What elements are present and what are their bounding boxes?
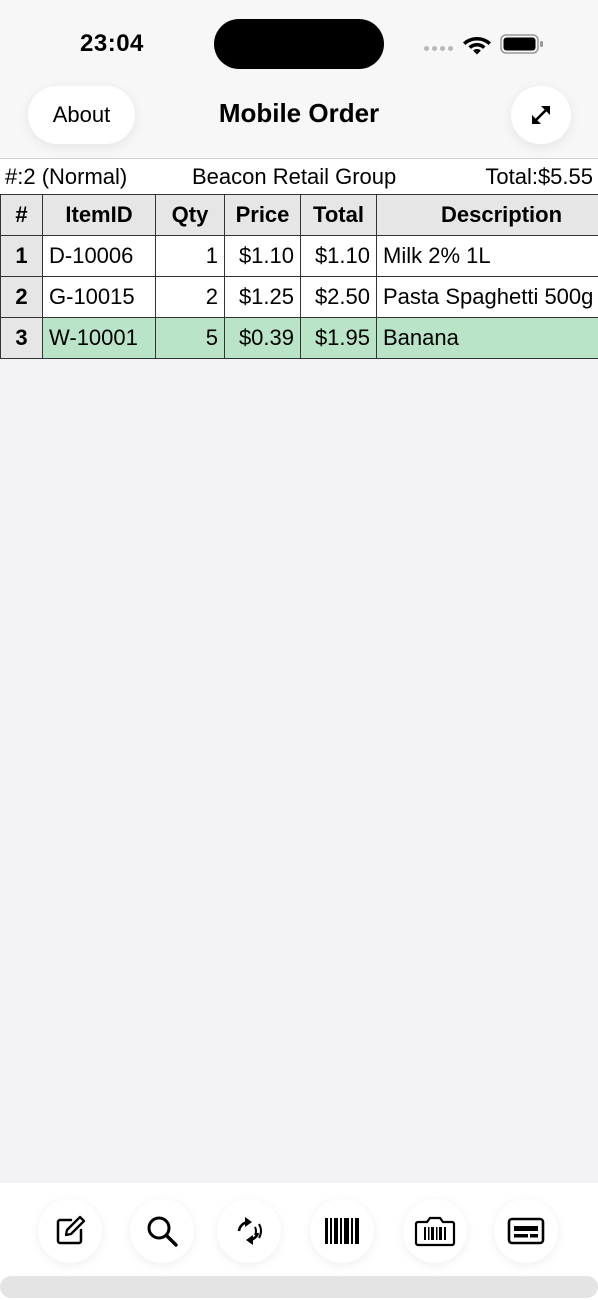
cell-itemid[interactable]: D-10006	[42, 235, 156, 277]
card-icon	[507, 1217, 545, 1245]
order-total: Total:$5.55	[485, 164, 593, 189]
column-header-description[interactable]: Description	[376, 194, 598, 236]
camera-barcode-button[interactable]	[403, 1199, 467, 1263]
about-button[interactable]: About	[28, 86, 135, 144]
cell-description[interactable]: Milk 2% 1L	[376, 235, 598, 277]
order-header: #:2 (Normal) Beacon Retail Group Total:$…	[0, 158, 598, 194]
search-icon	[147, 1216, 178, 1247]
nfc-sync-icon	[237, 1217, 262, 1245]
battery-icon	[500, 34, 543, 54]
nfc-sync-button[interactable]	[217, 1199, 281, 1263]
status-bar: 23:04	[0, 0, 598, 80]
order-customer: Beacon Retail Group	[192, 164, 397, 189]
column-header-total[interactable]: Total	[300, 194, 377, 236]
column-header-qty[interactable]: Qty	[155, 194, 225, 236]
table-header-row: # ItemID Qty Price Total Description	[0, 194, 598, 236]
expand-arrows-icon	[532, 106, 550, 124]
edit-button[interactable]	[38, 1199, 102, 1263]
dynamic-island	[214, 19, 384, 69]
barcode-icon	[325, 1218, 359, 1244]
cell-total: $2.50	[300, 276, 377, 318]
column-header-price[interactable]: Price	[224, 194, 301, 236]
cell-itemid[interactable]: W-10001	[42, 317, 156, 359]
camera-barcode-icon	[414, 1216, 456, 1247]
cell-price[interactable]: $0.39	[224, 317, 301, 359]
cell-total: $1.95	[300, 317, 377, 359]
order-number: #:2 (Normal)	[5, 164, 128, 189]
cell-qty[interactable]: 2	[155, 276, 225, 318]
cell-itemid[interactable]: G-10015	[42, 276, 156, 318]
row-number: 2	[0, 276, 43, 318]
barcode-button[interactable]	[310, 1199, 374, 1263]
wifi-icon	[463, 37, 491, 55]
horizontal-scrollbar[interactable]	[0, 1276, 598, 1298]
table-row-selected[interactable]: 3 W-10001 5 $0.39 $1.95 Banana	[0, 317, 598, 359]
cell-qty[interactable]: 1	[155, 235, 225, 277]
cell-total: $1.10	[300, 235, 377, 277]
cell-description[interactable]: Pasta Spaghetti 500g	[376, 276, 598, 318]
cell-description[interactable]: Banana	[376, 317, 598, 359]
column-header-itemid[interactable]: ItemID	[42, 194, 156, 236]
search-button[interactable]	[130, 1199, 194, 1263]
table-row[interactable]: 1 D-10006 1 $1.10 $1.10 Milk 2% 1L	[0, 235, 598, 277]
edit-icon	[56, 1215, 86, 1245]
cell-qty[interactable]: 5	[155, 317, 225, 359]
row-number: 3	[0, 317, 43, 359]
row-number: 1	[0, 235, 43, 277]
nav-bar: About Mobile Order	[0, 80, 598, 158]
status-time: 23:04	[80, 30, 144, 57]
order-items-table: # ItemID Qty Price Total Description 1 D…	[0, 194, 598, 359]
cell-price[interactable]: $1.10	[224, 235, 301, 277]
card-button[interactable]	[494, 1199, 558, 1263]
cell-price[interactable]: $1.25	[224, 276, 301, 318]
table-row[interactable]: 2 G-10015 2 $1.25 $2.50 Pasta Spaghetti …	[0, 276, 598, 318]
order-items-grid[interactable]: # ItemID Qty Price Total Description 1 D…	[0, 194, 598, 359]
expand-button[interactable]	[511, 86, 571, 144]
column-header-number[interactable]: #	[0, 194, 43, 236]
cellular-signal-icon	[424, 46, 453, 51]
